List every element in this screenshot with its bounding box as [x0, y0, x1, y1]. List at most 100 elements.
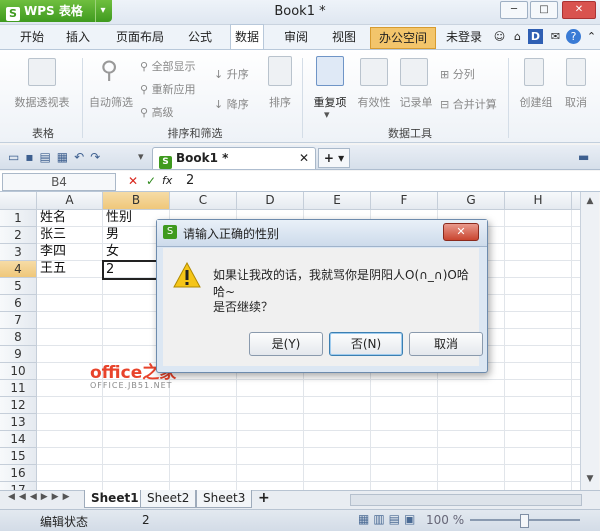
quick-access-icons[interactable]: ▭▪▤▦↶↷ [8, 150, 106, 164]
chevron-up-icon[interactable]: ⌃ [584, 29, 599, 44]
yes-button[interactable]: 是(Y) [249, 332, 323, 356]
row-header[interactable]: 17 [0, 482, 37, 490]
close-button[interactable]: ✕ [562, 1, 596, 19]
row-header[interactable]: 13 [0, 414, 37, 431]
new-tab-button[interactable]: + ▾ [318, 148, 350, 168]
formula-input[interactable]: 2 [186, 173, 194, 188]
menu-home[interactable]: 开始 [16, 25, 48, 49]
sort-button[interactable]: 排序 [266, 94, 294, 110]
row-header[interactable]: 6 [0, 295, 37, 312]
menu-lines-icon[interactable]: ▬ [578, 150, 589, 164]
add-sheet-icon[interactable]: + [258, 490, 270, 506]
menu-page-layout[interactable]: 页面布局 [112, 25, 168, 49]
consolidate-icon: ⊟ [440, 98, 453, 111]
scroll-down-icon[interactable]: ▼ [584, 474, 596, 486]
validity-button[interactable]: 有效性 [354, 94, 394, 110]
row-header[interactable]: 9 [0, 346, 37, 363]
row-header[interactable]: 11 [0, 380, 37, 397]
close-tab-icon[interactable]: ✕ [299, 148, 309, 169]
row-header[interactable]: 10 [0, 363, 37, 380]
minimize-button[interactable]: ─ [500, 1, 528, 19]
name-box[interactable]: B4 [2, 173, 116, 191]
horizontal-scrollbar[interactable] [350, 494, 582, 506]
function-icon[interactable]: fx [162, 174, 172, 187]
row-header[interactable]: 15 [0, 448, 37, 465]
view-mode-icons[interactable]: ▦▥▤▣ [358, 512, 419, 526]
row-header[interactable]: 3 [0, 244, 37, 261]
document-tab[interactable]: S Book1 * ✕ [152, 147, 316, 169]
consolidate-button[interactable]: ⊟ 合并计算 [440, 96, 497, 112]
duplicates-button[interactable]: 重复项 [310, 94, 350, 110]
column-header[interactable]: E [304, 192, 371, 210]
user-icon[interactable]: ☺ [492, 29, 507, 44]
cell-a1[interactable]: 姓名 [40, 210, 66, 226]
vertical-scrollbar[interactable]: ▲ ▼ [580, 192, 599, 490]
cell-b3[interactable]: 女 [106, 244, 119, 260]
sheet-nav-arrows[interactable]: ◀◀◀▶▶▶ [8, 492, 74, 502]
gridline [37, 413, 580, 414]
sort-desc-icon: ↓ [214, 98, 227, 111]
record-form-button[interactable]: 记录单 [396, 94, 436, 110]
row-header[interactable]: 1 [0, 210, 37, 227]
reapply-button[interactable]: ⚲ 重新应用 [140, 81, 196, 97]
cell-b1[interactable]: 性别 [106, 210, 132, 226]
select-all-corner[interactable] [0, 192, 37, 210]
show-all-button[interactable]: ⚲ 全部显示 [140, 58, 196, 74]
zoom-level[interactable]: 100 % [426, 513, 464, 527]
cell-a4[interactable]: 王五 [40, 261, 66, 277]
shirt-icon[interactable]: ⌂ [510, 29, 525, 44]
sort-asc-button[interactable]: ↓ 升序 [214, 66, 249, 82]
mail-icon[interactable]: ✉ [548, 29, 563, 44]
row-header[interactable]: 4 [0, 261, 37, 278]
help-icon[interactable]: ? [566, 29, 581, 44]
scroll-up-icon[interactable]: ▲ [584, 196, 596, 208]
menu-view[interactable]: 视图 [328, 25, 360, 49]
column-header[interactable]: H [505, 192, 572, 210]
pivot-table-button[interactable]: 数据透视表 [12, 94, 72, 110]
confirm-icon[interactable]: ✓ [146, 174, 156, 188]
row-header[interactable]: 7 [0, 312, 37, 329]
menu-insert[interactable]: 插入 [62, 25, 94, 49]
cancel-icon[interactable]: ✕ [128, 174, 138, 188]
no-button[interactable]: 否(N) [329, 332, 403, 356]
create-group-button[interactable]: 创建组 [516, 94, 556, 110]
zoom-slider-thumb[interactable] [520, 514, 529, 528]
cell-a3[interactable]: 李四 [40, 244, 66, 260]
ungroup-button[interactable]: 取消 [558, 94, 594, 110]
gridline [571, 210, 572, 490]
chevron-down-icon[interactable]: ▾ [138, 150, 144, 163]
row-header[interactable]: 12 [0, 397, 37, 414]
maximize-button[interactable]: □ [530, 1, 558, 19]
cell-b2[interactable]: 男 [106, 227, 119, 243]
spreadsheet-icon: S [159, 156, 172, 169]
menu-office-space[interactable]: 办公空间 [370, 27, 437, 49]
row-header[interactable]: 14 [0, 431, 37, 448]
chevron-down-icon[interactable]: ▾ [324, 108, 330, 121]
cell-a2[interactable]: 张三 [40, 227, 66, 243]
menu-review[interactable]: 审阅 [280, 25, 312, 49]
column-header[interactable]: A [37, 192, 103, 210]
sort-desc-button[interactable]: ↓ 降序 [214, 96, 249, 112]
row-header[interactable]: 16 [0, 465, 37, 482]
row-header[interactable]: 8 [0, 329, 37, 346]
sheet-tab-1[interactable]: Sheet1 [84, 490, 146, 508]
auto-filter-button[interactable]: 自动筛选 [86, 94, 136, 110]
d-icon[interactable]: D [528, 29, 543, 44]
advanced-filter-button[interactable]: ⚲ 高级 [140, 104, 174, 120]
column-header[interactable]: D [237, 192, 304, 210]
column-header[interactable]: C [170, 192, 237, 210]
login-status[interactable]: 未登录 [442, 25, 486, 49]
row-header[interactable]: 2 [0, 227, 37, 244]
cancel-button[interactable]: 取消 [409, 332, 483, 356]
menu-data[interactable]: 数据 [230, 24, 265, 49]
dialog-close-button[interactable]: ✕ [443, 223, 479, 241]
column-header[interactable]: B [103, 192, 170, 210]
column-header[interactable]: G [438, 192, 505, 210]
row-header[interactable]: 5 [0, 278, 37, 295]
gridline [37, 447, 580, 448]
sheet-tab-3[interactable]: Sheet3 [196, 490, 253, 508]
split-column-button[interactable]: ⊞ 分列 [440, 66, 475, 82]
column-header[interactable]: F [371, 192, 438, 210]
menu-formula[interactable]: 公式 [184, 25, 216, 49]
sheet-tab-2[interactable]: Sheet2 [140, 490, 197, 508]
